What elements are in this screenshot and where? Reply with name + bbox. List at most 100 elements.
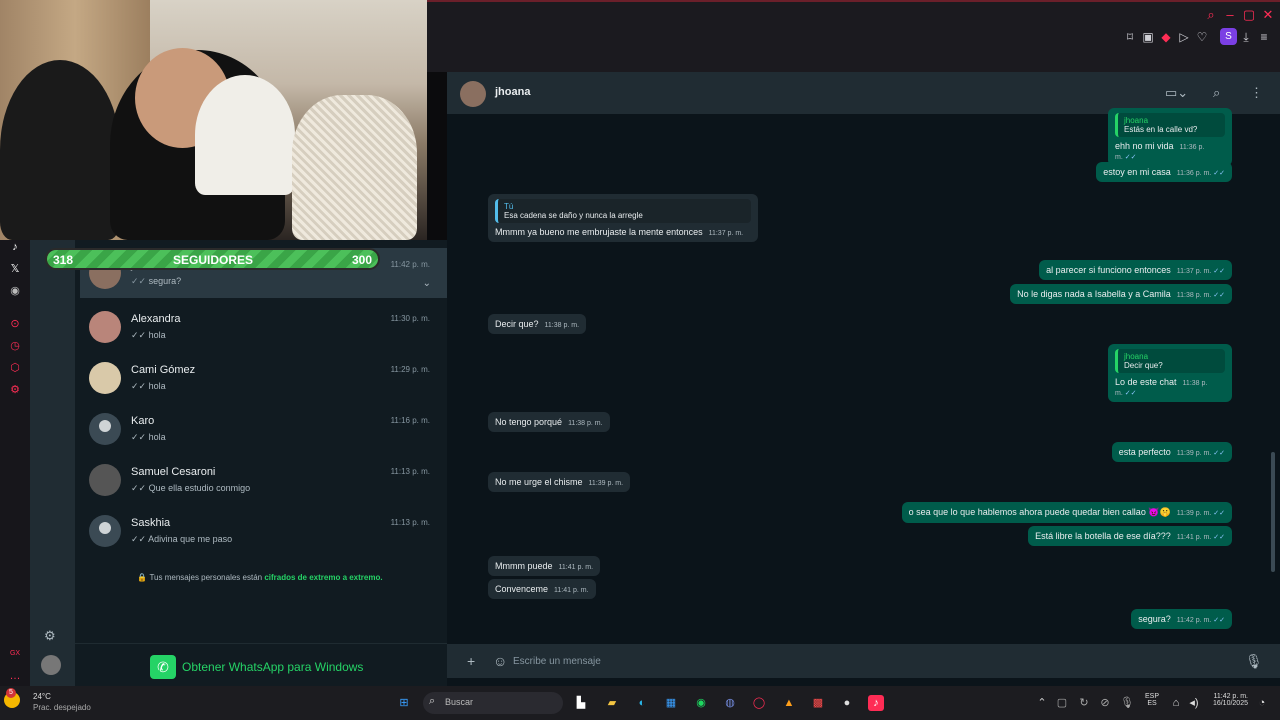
- message-bubble[interactable]: Decir que? 11:38 p. m.: [488, 314, 587, 334]
- chat-time: 11:13 p. m.: [390, 467, 430, 476]
- tiktok-icon[interactable]: ♪: [868, 695, 884, 711]
- spotify-icon[interactable]: ◉: [693, 695, 709, 711]
- message-bubble[interactable]: Tú Esa cadena se daño y nunca la arregle…: [488, 194, 758, 242]
- winrar-icon[interactable]: ▩: [810, 695, 826, 711]
- download-icon[interactable]: ⤓: [1238, 29, 1254, 45]
- discord-icon[interactable]: ◉: [8, 284, 22, 298]
- profile-avatar[interactable]: S: [1220, 28, 1237, 45]
- clock[interactable]: 11:42 p. m. 16/10/2025: [1202, 693, 1248, 707]
- read-ticks-icon: ✓✓: [1213, 268, 1225, 275]
- play-icon[interactable]: ▷: [1176, 29, 1192, 45]
- search-icon[interactable]: ⌕: [1213, 85, 1220, 101]
- quoted-message[interactable]: Tú Esa cadena se daño y nunca la arregle: [495, 199, 751, 223]
- opera-gx-icon[interactable]: ◯: [751, 695, 767, 711]
- edge-icon[interactable]: ◐: [634, 695, 650, 711]
- encryption-link[interactable]: cifrados de extremo a extremo.: [264, 573, 382, 582]
- avatar: [89, 413, 121, 445]
- volume-icon[interactable]: ◂): [1186, 695, 1202, 711]
- chat-preview: ✓✓ segura?: [131, 276, 182, 286]
- discord-icon[interactable]: ◍: [722, 695, 738, 711]
- profile-avatar[interactable]: [41, 655, 61, 675]
- bookmark-icon[interactable]: ⌑: [1122, 29, 1138, 45]
- message-bubble[interactable]: No tengo porqué 11:38 p. m.: [488, 412, 610, 432]
- message-bubble[interactable]: segura? 11:42 p. m. ✓✓: [1131, 609, 1232, 629]
- avatar: [89, 362, 121, 394]
- contact-avatar[interactable]: [460, 81, 486, 107]
- more-icon[interactable]: …: [8, 669, 22, 683]
- menu-icon[interactable]: ⋮: [1250, 85, 1263, 101]
- x-icon[interactable]: 𝕏: [8, 262, 22, 276]
- read-ticks-icon: ✓✓: [1213, 292, 1225, 299]
- message-bubble[interactable]: No me urge el chisme 11:39 p. m.: [488, 472, 631, 492]
- minimize-icon[interactable]: –: [1221, 6, 1239, 24]
- chat-item-cami-gomez[interactable]: Cami Gómez ✓✓ hola 11:29 p. m.: [80, 353, 447, 403]
- notifications-icon[interactable]: ◔: [1254, 695, 1270, 711]
- file-explorer-icon[interactable]: ▰: [604, 695, 620, 711]
- read-ticks-icon: ✓✓: [1213, 450, 1225, 457]
- pocket-icon[interactable]: ◆: [1158, 29, 1174, 45]
- menu-icon[interactable]: ≡: [1256, 29, 1272, 45]
- windows-start-icon[interactable]: ⊞: [396, 695, 412, 711]
- heart-icon[interactable]: ♡: [1194, 29, 1210, 45]
- chat-name: Alexandra: [131, 313, 181, 325]
- message-bubble[interactable]: esta perfecto 11:39 p. m. ✓✓: [1111, 442, 1232, 462]
- language-indicator[interactable]: ESP ES: [1144, 693, 1160, 707]
- get-whatsapp-link[interactable]: Obtener WhatsApp para Windows: [182, 660, 363, 674]
- message-bubble[interactable]: No le digas nada a Isabella y a Camila 11…: [1010, 284, 1232, 304]
- message-bubble[interactable]: o sea que lo que hablemos ahora puede qu…: [901, 502, 1232, 523]
- get-whatsapp-banner[interactable]: ✆ Obtener WhatsApp para Windows: [75, 643, 447, 686]
- contact-name[interactable]: jhoana: [495, 86, 530, 98]
- microphone-icon[interactable]: 🎙: [1119, 695, 1135, 711]
- player-icon[interactable]: ⊙: [8, 317, 22, 331]
- chat-preview: ✓✓ hola: [131, 432, 166, 442]
- emoji-icon[interactable]: ☺: [493, 653, 507, 669]
- tiktok-icon[interactable]: ♪: [8, 240, 22, 254]
- message-bubble[interactable]: Mmmm puede 11:41 p. m.: [488, 556, 601, 576]
- webcam-person-right: [195, 75, 295, 195]
- chat-item-samuel-cesaroni[interactable]: Samuel Cesaroni ✓✓ Que ella estudio conm…: [80, 455, 447, 505]
- tray-icon[interactable]: ▢: [1054, 695, 1070, 711]
- message-bubble[interactable]: Está libre la botella de ese día??? 11:41…: [1028, 526, 1232, 546]
- chat-time: 11:13 p. m.: [390, 518, 430, 527]
- chevron-down-icon[interactable]: ⌄: [423, 278, 431, 289]
- gx-icon[interactable]: GX: [8, 647, 22, 661]
- chat-item-alexandra[interactable]: Alexandra ✓✓ hola 11:30 p. m.: [80, 302, 447, 352]
- snapshot-icon[interactable]: ▣: [1140, 29, 1156, 45]
- terminal-icon[interactable]: ▙: [573, 695, 589, 711]
- windows-taskbar: 5 24°C Prac. despejado ⊞ ⌕ Buscar ▙ ▰ ◐ …: [0, 686, 1280, 720]
- store-icon[interactable]: ▦: [663, 695, 679, 711]
- notification-badge: 5: [6, 688, 16, 698]
- search-icon[interactable]: ⌕: [1202, 6, 1220, 24]
- maximize-icon[interactable]: ▢: [1240, 6, 1258, 24]
- opera-sidebar: ♪ 𝕏 ◉ ⊙ ◷ ⬡ ⚙ GX …: [0, 240, 30, 686]
- message-input[interactable]: [513, 651, 1213, 671]
- network-off-icon[interactable]: ⊘: [1097, 695, 1113, 711]
- webcam-overlay: [0, 0, 427, 240]
- settings-icon[interactable]: ⚙: [8, 383, 22, 397]
- taskbar-search[interactable]: ⌕ Buscar: [423, 692, 563, 714]
- message-bubble[interactable]: jhoana Decir que? Lo de este chat 11:38 p…: [1108, 344, 1232, 402]
- sync-icon[interactable]: ↻: [1076, 695, 1092, 711]
- obs-icon[interactable]: ●: [839, 695, 855, 711]
- quoted-message[interactable]: jhoana Decir que?: [1115, 349, 1225, 373]
- microphone-icon[interactable]: 🎙: [1245, 653, 1263, 670]
- chat-time: 11:16 p. m.: [390, 416, 430, 425]
- message-bubble[interactable]: jhoana Estás en la calle vd? ehh no mi v…: [1108, 108, 1232, 166]
- video-call-icon[interactable]: ▭⌄: [1165, 85, 1188, 101]
- history-icon[interactable]: ◷: [8, 339, 22, 353]
- quoted-message[interactable]: jhoana Estás en la calle vd?: [1115, 113, 1225, 137]
- chat-item-karo[interactable]: Karo ✓✓ hola 11:16 p. m.: [80, 404, 447, 454]
- conversation-pane: jhoana ▭⌄ ⌕ ⋮ jhoana Estás en la calle v…: [447, 72, 1280, 686]
- app-icon[interactable]: ▲: [781, 695, 797, 711]
- chat-item-saskhia[interactable]: Saskhia ✓✓ Adivina que me paso 11:13 p. …: [80, 506, 447, 556]
- close-icon[interactable]: ✕: [1259, 6, 1277, 24]
- message-bubble[interactable]: Convenceme 11:41 p. m.: [488, 579, 596, 599]
- plus-icon[interactable]: +: [467, 653, 475, 669]
- message-bubble[interactable]: estoy en mi casa 11:36 p. m. ✓✓: [1096, 162, 1232, 182]
- extensions-icon[interactable]: ⬡: [8, 361, 22, 375]
- chevron-up-icon[interactable]: ⌃: [1034, 695, 1050, 711]
- scrollbar[interactable]: [1271, 452, 1275, 572]
- settings-icon[interactable]: ⚙: [44, 628, 56, 644]
- message-bubble[interactable]: al parecer si funciono entonces 11:37 p. …: [1039, 260, 1232, 280]
- network-icon[interactable]: ⌂: [1168, 695, 1184, 711]
